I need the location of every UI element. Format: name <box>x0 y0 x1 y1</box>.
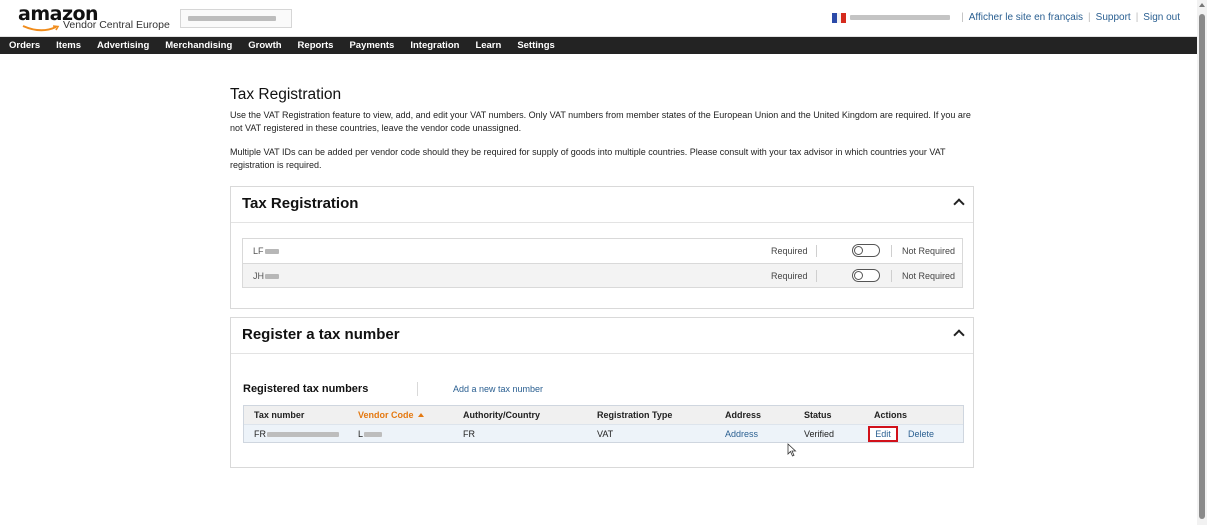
table-row: FR L FR VAT Address Verified Edit Delete <box>244 424 963 442</box>
nav-advertising[interactable]: Advertising <box>97 40 149 51</box>
page-scrollbar[interactable] <box>1197 0 1207 525</box>
status-cell: Verified <box>804 429 835 439</box>
add-tax-number-link[interactable]: Add a new tax number <box>453 384 543 394</box>
redacted-vendor-code <box>265 274 279 280</box>
register-panel-title: Register a tax number <box>242 326 400 343</box>
nav-settings[interactable]: Settings <box>517 40 554 51</box>
intro-text-vat: Use the VAT Registration feature to view… <box>230 110 971 133</box>
col-status: Status <box>804 410 832 420</box>
vendor-code: JH <box>253 271 279 281</box>
tax-registration-panel-title: Tax Registration <box>242 195 359 212</box>
page-title: Tax Registration <box>230 86 342 103</box>
nav-payments[interactable]: Payments <box>349 40 394 51</box>
top-header: amazon Vendor Central Europe | Afficher … <box>0 0 1197 37</box>
mouse-cursor-icon <box>787 443 797 457</box>
nav-items[interactable]: Items <box>56 40 81 51</box>
vat-required-toggle[interactable] <box>852 244 880 257</box>
tax-number-cell: FR <box>254 429 339 439</box>
col-tax-number: Tax number <box>254 410 305 420</box>
col-vendor-code[interactable]: Vendor Code <box>358 410 424 420</box>
redacted-vendor-code <box>364 432 383 438</box>
vat-required-toggle[interactable] <box>852 269 880 282</box>
nav-reports[interactable]: Reports <box>298 40 334 51</box>
vendor-code-cell: L <box>358 429 383 439</box>
col-actions: Actions <box>874 410 908 420</box>
collapse-chevron-icon[interactable] <box>953 329 965 341</box>
tax-registration-panel-header[interactable]: Tax Registration <box>231 187 973 223</box>
not-required-label: Not Required <box>902 246 956 256</box>
main-nav: Orders Items Advertising Merchandising G… <box>0 37 1197 54</box>
logo-smile-icon <box>22 25 60 32</box>
authority-cell: FR <box>463 429 475 439</box>
redacted-vendor-code <box>264 249 279 255</box>
support-link[interactable]: Support <box>1096 12 1131 23</box>
delete-link[interactable]: Delete <box>908 429 934 439</box>
france-flag-icon <box>832 12 847 23</box>
tax-registration-panel: Tax Registration LF Required Not Require… <box>230 186 974 309</box>
page-intro: Tax Registration Use the VAT Registratio… <box>230 86 975 172</box>
redacted-account-name <box>188 16 276 21</box>
scrollbar-thumb[interactable] <box>1199 14 1205 519</box>
redacted-tax-number <box>267 432 339 438</box>
collapse-chevron-icon[interactable] <box>953 198 965 210</box>
french-site-link[interactable]: Afficher le site en français <box>969 12 1083 23</box>
sign-out-link[interactable]: Sign out <box>1143 12 1180 23</box>
nav-orders[interactable]: Orders <box>9 40 40 51</box>
intro-text-multiple-vat: Multiple VAT IDs can be added per vendor… <box>230 147 946 170</box>
header-links: | Afficher le site en français | Support… <box>832 12 1180 23</box>
nav-growth[interactable]: Growth <box>248 40 281 51</box>
address-link[interactable]: Address <box>725 429 758 439</box>
nav-learn[interactable]: Learn <box>475 40 501 51</box>
edit-button[interactable]: Edit <box>868 426 898 442</box>
vendor-row: LF Required Not Required <box>243 239 962 263</box>
redacted-user-name <box>850 15 951 20</box>
amazon-vendor-central-logo[interactable]: amazon Vendor Central Europe <box>18 3 170 33</box>
vendor-code-list: LF Required Not Required JH Required Not… <box>242 238 963 288</box>
tax-numbers-table: Tax number Vendor Code Authority/Country… <box>243 405 964 443</box>
vendor-row: JH Required Not Required <box>243 263 962 287</box>
required-label: Required <box>771 246 808 256</box>
account-switcher[interactable] <box>180 9 292 28</box>
registration-type-cell: VAT <box>597 429 614 439</box>
col-address: Address <box>725 410 762 420</box>
register-panel-header[interactable]: Register a tax number <box>231 318 973 354</box>
scroll-up-icon[interactable] <box>1199 3 1205 7</box>
registered-tax-numbers-heading: Registered tax numbers <box>243 383 369 395</box>
sort-ascending-icon <box>417 413 424 417</box>
required-label: Required <box>771 271 808 281</box>
logo-subtitle: Vendor Central Europe <box>63 19 170 31</box>
col-authority-country: Authority/Country <box>463 410 540 420</box>
not-required-label: Not Required <box>902 271 956 281</box>
register-tax-number-panel: Register a tax number Registered tax num… <box>230 317 974 468</box>
col-registration-type: Registration Type <box>597 410 673 420</box>
vendor-code: LF <box>253 246 279 256</box>
table-header-row: Tax number Vendor Code Authority/Country… <box>244 406 963 424</box>
nav-integration[interactable]: Integration <box>410 40 459 51</box>
nav-merchandising[interactable]: Merchandising <box>165 40 232 51</box>
